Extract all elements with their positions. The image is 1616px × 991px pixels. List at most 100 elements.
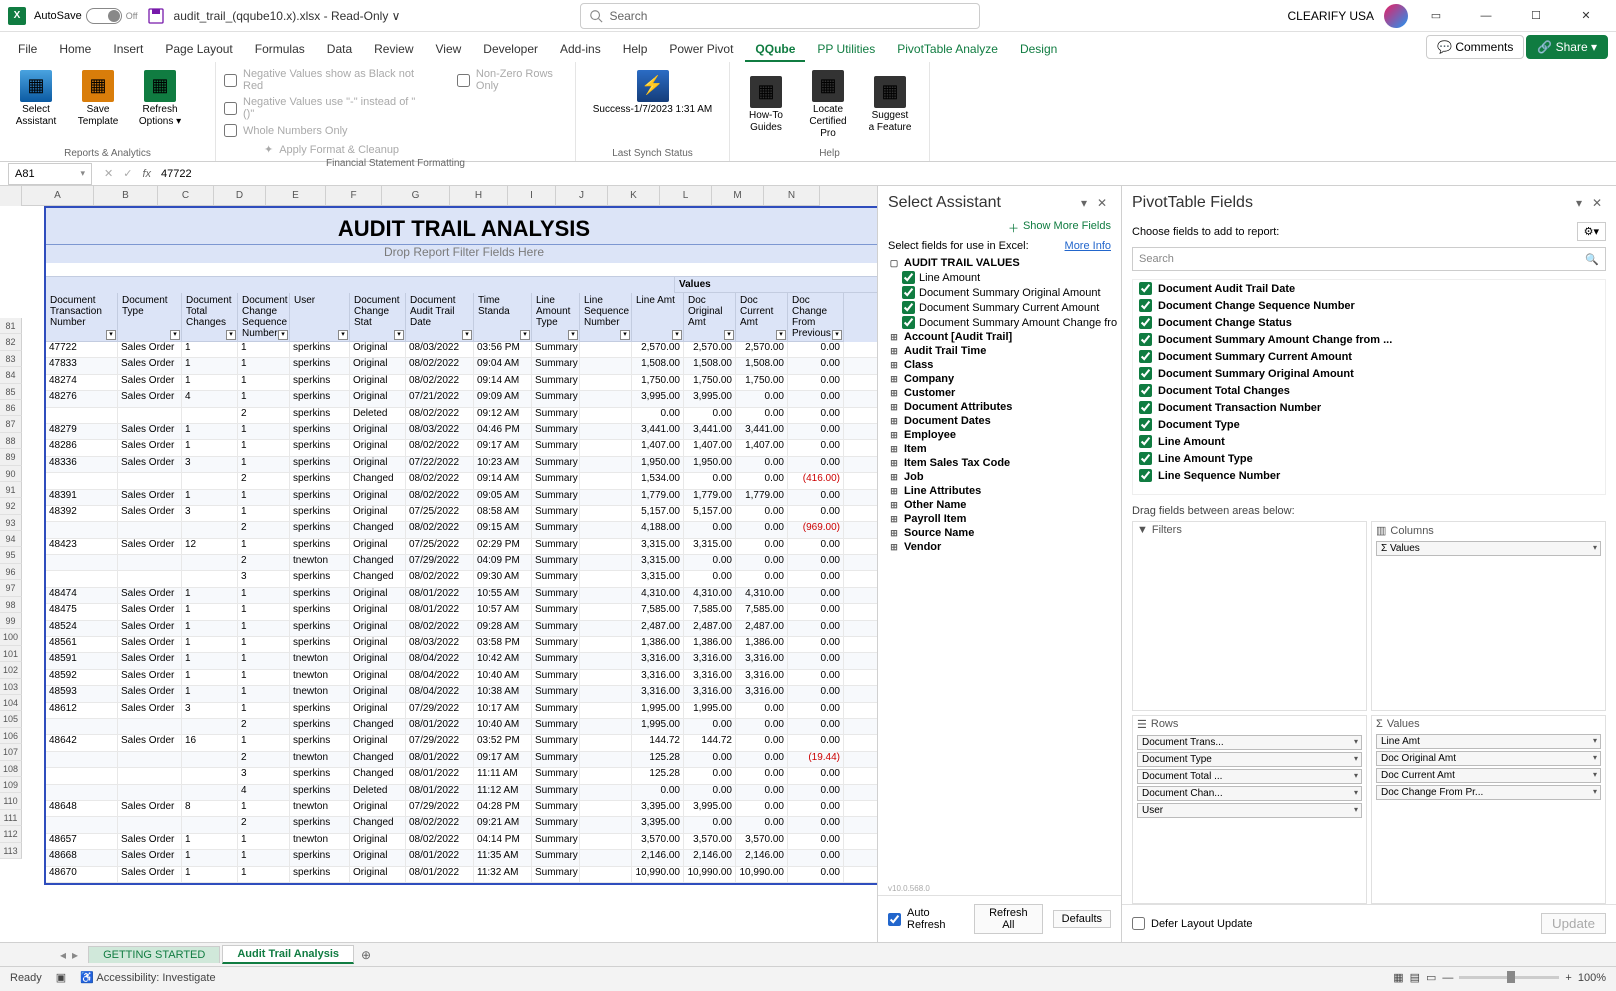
user-avatar[interactable]	[1384, 4, 1408, 28]
cell[interactable]: 0.00	[736, 391, 788, 406]
cell[interactable]	[182, 752, 238, 767]
cell[interactable]: 1	[238, 424, 290, 439]
table-row[interactable]: 4sperkinsDeleted08/01/202211:12 AMSummar…	[46, 785, 877, 801]
fx-icon[interactable]: fx	[142, 168, 151, 180]
ribbon-button[interactable]: ▦How-ToGuides	[738, 66, 794, 144]
cell[interactable]	[580, 408, 632, 423]
filter-dropdown-icon[interactable]: ▾	[394, 330, 404, 340]
cell[interactable]: 0.00	[736, 735, 788, 750]
field-check[interactable]	[1139, 282, 1152, 295]
comments-button[interactable]: 💬 Comments	[1426, 35, 1524, 59]
ribbon-button[interactable]: ▦SelectAssistant	[8, 66, 64, 132]
ribbon-tab[interactable]: View	[426, 38, 472, 62]
tree-item[interactable]: Item	[904, 443, 927, 455]
field-check[interactable]	[1139, 469, 1152, 482]
pane-dropdown-icon[interactable]: ▾	[1075, 196, 1093, 210]
cell[interactable]: Changed	[350, 522, 406, 537]
tree-item[interactable]: Document Summary Amount Change fro	[919, 317, 1117, 329]
cell[interactable]: Original	[350, 457, 406, 472]
field-check[interactable]	[902, 286, 915, 299]
cell[interactable]: 3	[182, 506, 238, 521]
table-row[interactable]: 47833Sales Order11sperkinsOriginal08/02/…	[46, 358, 877, 374]
format-option-check[interactable]	[224, 124, 237, 137]
cell[interactable]	[580, 752, 632, 767]
cell[interactable]: 11:35 AM	[474, 850, 532, 865]
cell[interactable]: 0.00	[788, 391, 844, 406]
cell[interactable]: 3,995.00	[684, 801, 736, 816]
field-check[interactable]	[1139, 435, 1152, 448]
cell[interactable]: 48561	[46, 637, 118, 652]
cell[interactable]: 0.00	[684, 408, 736, 423]
cell[interactable]: Summary	[532, 539, 580, 554]
table-row[interactable]: 48392Sales Order31sperkinsOriginal07/25/…	[46, 506, 877, 522]
cell[interactable]: 2,487.00	[632, 621, 684, 636]
cell[interactable]: 1	[182, 588, 238, 603]
cell[interactable]: 07/29/2022	[406, 801, 474, 816]
format-option-check[interactable]	[224, 102, 237, 115]
cell[interactable]: 0.00	[788, 424, 844, 439]
cell[interactable]: 2	[238, 408, 290, 423]
cell[interactable]	[580, 555, 632, 570]
cell[interactable]: Summary	[532, 735, 580, 750]
cell[interactable]: 0.00	[788, 440, 844, 455]
cell[interactable]: 1,407.00	[736, 440, 788, 455]
cell[interactable]: Summary	[532, 358, 580, 373]
field-check[interactable]	[1139, 367, 1152, 380]
cell[interactable]: 1	[238, 588, 290, 603]
cell[interactable]: tnewton	[290, 752, 350, 767]
table-row[interactable]: 48657Sales Order11tnewtonOriginal08/02/2…	[46, 834, 877, 850]
cell[interactable]: 08/03/2022	[406, 424, 474, 439]
cell[interactable]	[580, 375, 632, 390]
cell[interactable]: 0.00	[788, 653, 844, 668]
cell[interactable]: 3,315.00	[632, 539, 684, 554]
expand-icon[interactable]: ⊞	[888, 374, 900, 385]
cell[interactable]	[580, 637, 632, 652]
cell[interactable]: 48657	[46, 834, 118, 849]
cell[interactable]: 2,146.00	[736, 850, 788, 865]
cell[interactable]: Summary	[532, 408, 580, 423]
cell[interactable]: 04:46 PM	[474, 424, 532, 439]
sheet-nav-first[interactable]: ◂	[60, 948, 66, 962]
cell[interactable]: Summary	[532, 637, 580, 652]
cell[interactable]	[46, 473, 118, 488]
cell[interactable]: 08/03/2022	[406, 637, 474, 652]
cell[interactable]: 09:12 AM	[474, 408, 532, 423]
cell[interactable]: Original	[350, 834, 406, 849]
filter-dropdown-icon[interactable]: ▾	[520, 330, 530, 340]
ribbon-tab[interactable]: Power Pivot	[659, 38, 743, 62]
table-row[interactable]: 48279Sales Order11sperkinsOriginal08/03/…	[46, 424, 877, 440]
cell[interactable]: sperkins	[290, 850, 350, 865]
tree-item[interactable]: Job	[904, 471, 924, 483]
cell[interactable]: 08/02/2022	[406, 358, 474, 373]
table-row[interactable]: 48642Sales Order161sperkinsOriginal07/29…	[46, 735, 877, 751]
cell[interactable]: 48336	[46, 457, 118, 472]
tree-item[interactable]: Company	[904, 373, 954, 385]
row-header[interactable]: 87	[0, 416, 22, 432]
column-header[interactable]: G	[382, 186, 450, 206]
cell[interactable]: 10,990.00	[684, 867, 736, 882]
cell[interactable]: 07/25/2022	[406, 506, 474, 521]
cell[interactable]: 2	[238, 522, 290, 537]
cell[interactable]	[182, 719, 238, 734]
cell[interactable]	[46, 719, 118, 734]
tree-item[interactable]: Employee	[904, 429, 956, 441]
cell[interactable]	[118, 752, 182, 767]
field-item[interactable]: Document Change Status	[1133, 314, 1605, 331]
cell[interactable]: 3,395.00	[632, 801, 684, 816]
cell[interactable]: sperkins	[290, 621, 350, 636]
filter-dropdown-icon[interactable]: ▾	[278, 330, 288, 340]
cell[interactable]: Summary	[532, 686, 580, 701]
cell[interactable]: 08/02/2022	[406, 375, 474, 390]
cell[interactable]: sperkins	[290, 490, 350, 505]
cell[interactable]: 0.00	[736, 703, 788, 718]
cell[interactable]: 0.00	[684, 473, 736, 488]
cell[interactable]: 08/02/2022	[406, 571, 474, 586]
cell[interactable]: 3,316.00	[684, 670, 736, 685]
cell[interactable]: Sales Order	[118, 735, 182, 750]
cell[interactable]: 2	[238, 719, 290, 734]
cell[interactable]: 1,386.00	[632, 637, 684, 652]
cell[interactable]: Summary	[532, 768, 580, 783]
cell[interactable]	[580, 735, 632, 750]
accept-icon[interactable]: ✓	[123, 167, 132, 180]
tree-item[interactable]: Other Name	[904, 499, 966, 511]
